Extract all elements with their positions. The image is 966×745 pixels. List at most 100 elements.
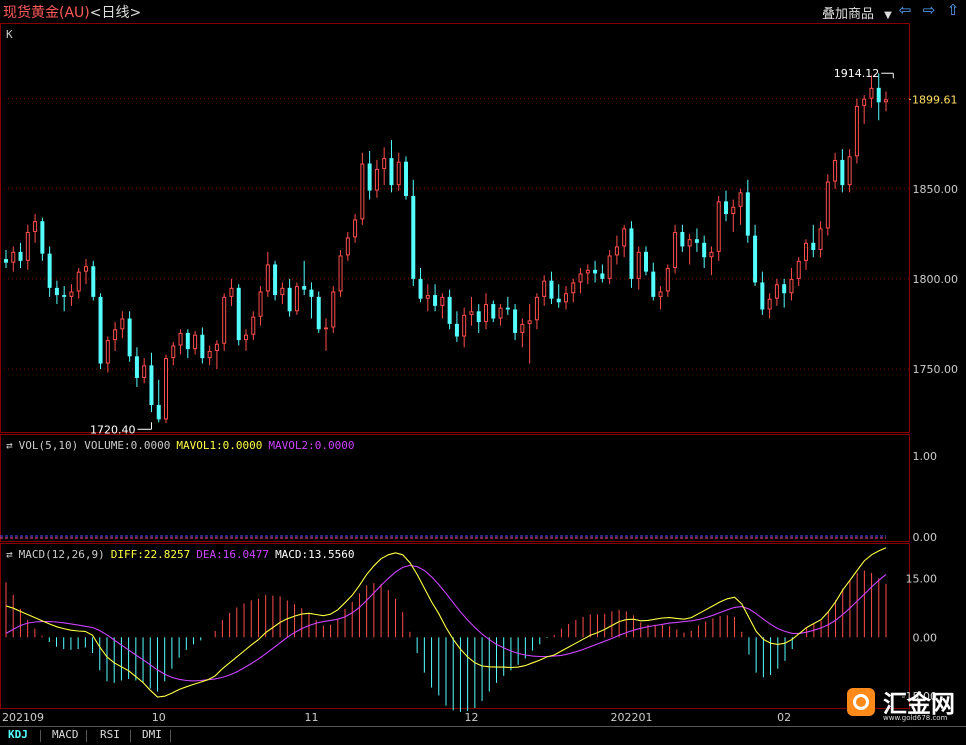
- candle-body: [54, 287, 59, 296]
- candle-body: [600, 273, 605, 279]
- candle-body: [164, 358, 168, 420]
- candle-body: [745, 192, 750, 236]
- tab-rsi[interactable]: RSI: [100, 728, 120, 741]
- candle-body: [396, 161, 401, 186]
- candle-body: [207, 350, 212, 359]
- candle-body: [433, 295, 438, 306]
- x-tick-label: 202201: [610, 711, 652, 724]
- candle-body: [171, 345, 176, 359]
- candle-body: [811, 242, 816, 251]
- chart-canvas[interactable]: 1750.00 1800.00 1850.00 202109 10 11 12 202201…: [0, 0, 966, 726]
- candle-body: [316, 296, 321, 330]
- candle-body: [404, 161, 408, 196]
- candle-body: [345, 237, 350, 256]
- tab-macd[interactable]: MACD: [52, 728, 79, 741]
- candle-body: [498, 307, 503, 319]
- candle-body: [84, 266, 88, 272]
- candle-body: [367, 163, 372, 191]
- candle-body: [549, 280, 554, 299]
- candle-body: [193, 334, 198, 350]
- indicator-tabs: KDJ MACD RSI DMI: [0, 726, 966, 745]
- candle-body: [622, 228, 627, 247]
- candle-body: [229, 287, 234, 297]
- candle-body: [578, 273, 583, 283]
- y-tick-label: 1800.00: [913, 273, 959, 286]
- candle-body: [273, 264, 278, 296]
- candle-body: [542, 280, 547, 297]
- candle-body: [280, 287, 285, 296]
- watermark-logo: 汇金网 www.gold678.com: [843, 684, 966, 726]
- candle-body: [156, 404, 161, 420]
- candle-body: [738, 192, 743, 207]
- y-tick-label: 1750.00: [913, 363, 959, 376]
- candle-body: [134, 356, 139, 378]
- candle-body: [513, 309, 518, 333]
- candle-body: [185, 332, 190, 350]
- candle-body: [796, 260, 801, 279]
- candle-body: [258, 291, 263, 317]
- candle-body: [673, 232, 678, 269]
- candle-body: [302, 286, 307, 290]
- swap-icon[interactable]: ⇄: [6, 439, 13, 452]
- candle-body: [389, 158, 394, 186]
- price-annotations: 1914.12 1720.40 1899.61: [90, 67, 958, 436]
- macd-y-tick-label: 0.00: [913, 631, 938, 644]
- candle-body: [382, 158, 387, 169]
- candle-body: [607, 255, 612, 279]
- tab-dmi[interactable]: DMI: [142, 728, 162, 741]
- candle-body: [353, 219, 358, 238]
- candle-body: [702, 242, 707, 258]
- candle-body: [440, 296, 445, 306]
- candle-body: [774, 284, 779, 299]
- candle-body: [782, 284, 787, 294]
- candle-body: [462, 314, 467, 337]
- candle-body: [69, 291, 74, 297]
- candle-body: [585, 269, 590, 274]
- vol-panel-header: ⇄ VOL(5,10) VOLUME:0.0000 MAVOL1:0.0000 MAVO…: [6, 439, 355, 452]
- candle-body: [244, 334, 248, 341]
- candle-body: [884, 99, 888, 103]
- tab-kdj[interactable]: KDJ: [8, 728, 28, 741]
- y-tick-label: 1850.00: [913, 183, 959, 196]
- grid-lines: [0, 98, 909, 370]
- volume-panel: 0.00 1.00: [0, 450, 937, 544]
- vol-indicator-name: VOL(5,10): [19, 439, 79, 452]
- macd-dea-value: DEA:16.0477: [196, 548, 269, 561]
- candle-body: [11, 251, 16, 263]
- logo-site: www.gold678.com: [883, 714, 948, 722]
- candle-body: [716, 201, 721, 252]
- candle-body: [862, 98, 867, 106]
- candle-body: [127, 318, 132, 357]
- candlesticks: [4, 73, 888, 423]
- current-price-label: 1899.61: [912, 93, 958, 106]
- logo-icon: [847, 688, 875, 716]
- candle-body: [491, 304, 496, 319]
- macd-panel: -15.000.0015.00: [5, 547, 938, 712]
- candle-body: [4, 259, 8, 263]
- main-panel-label: K: [6, 28, 13, 41]
- swap-icon[interactable]: ⇄: [6, 548, 13, 561]
- candle-body: [331, 291, 336, 328]
- candle-body: [665, 268, 670, 292]
- candle-body: [505, 307, 510, 310]
- candle-body: [214, 343, 219, 351]
- x-tick-label: 11: [304, 711, 318, 724]
- candle-body: [251, 316, 256, 335]
- candle-body: [644, 251, 648, 272]
- candle-body: [636, 251, 641, 279]
- candle-body: [360, 163, 365, 220]
- candle-body: [469, 311, 474, 315]
- candle-body: [760, 282, 765, 310]
- candle-body: [593, 269, 598, 274]
- candle-body: [724, 201, 728, 214]
- candle-body: [236, 287, 241, 341]
- candle-body: [454, 323, 459, 337]
- candle-body: [658, 291, 663, 297]
- candle-body: [571, 282, 576, 294]
- candle-body: [614, 246, 619, 256]
- vol-y-tick-label: 1.00: [913, 450, 938, 463]
- candle-body: [876, 87, 881, 103]
- candle-body: [840, 159, 845, 186]
- low-price-label: 1720.40: [90, 423, 136, 436]
- candle-body: [33, 221, 38, 233]
